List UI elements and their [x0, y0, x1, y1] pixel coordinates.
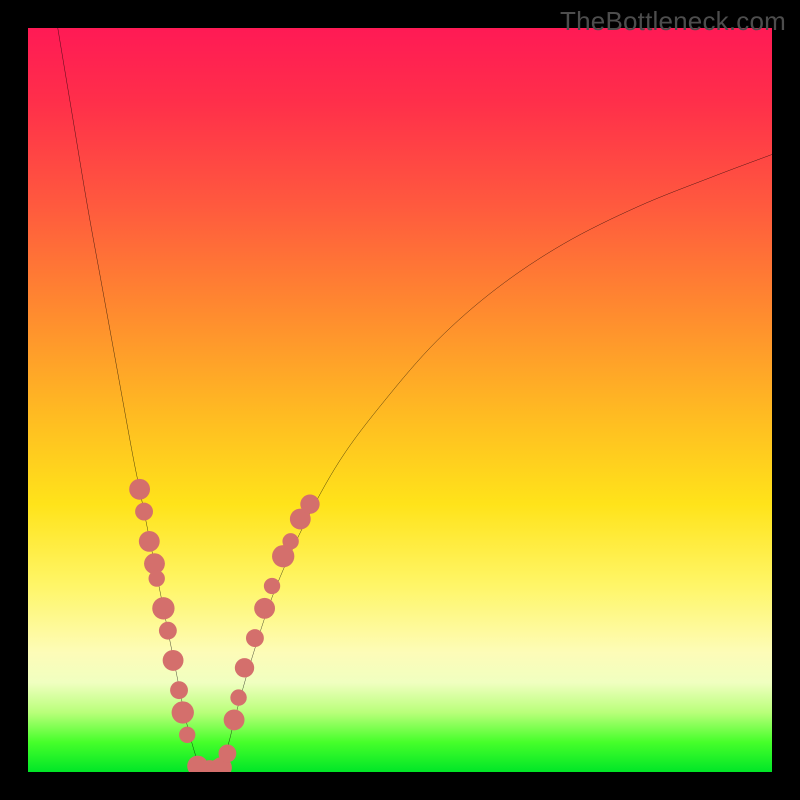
curve-marker — [135, 503, 153, 521]
curve-marker — [163, 650, 184, 671]
curve-marker — [282, 533, 298, 549]
bottleneck-curve-svg — [28, 28, 772, 772]
curve-marker — [246, 629, 264, 647]
curve-marker — [179, 727, 195, 743]
curve-marker — [172, 701, 194, 723]
plot-area — [28, 28, 772, 772]
curve-marker — [170, 681, 188, 699]
curve-marker — [254, 598, 275, 619]
curve-marker — [152, 597, 174, 619]
curve-marker — [218, 744, 236, 762]
curve-marker — [149, 570, 165, 586]
watermark-text: TheBottleneck.com — [560, 6, 786, 37]
curve-marker — [139, 531, 160, 552]
curve-marker — [300, 494, 319, 513]
curve-marker — [230, 689, 246, 705]
curve-marker — [235, 658, 254, 677]
curve-marker — [224, 710, 245, 731]
curve-marker — [159, 622, 177, 640]
curve-marker — [129, 479, 150, 500]
outer-frame: TheBottleneck.com — [0, 0, 800, 800]
curve-markers — [129, 479, 319, 772]
curve-marker — [264, 578, 280, 594]
